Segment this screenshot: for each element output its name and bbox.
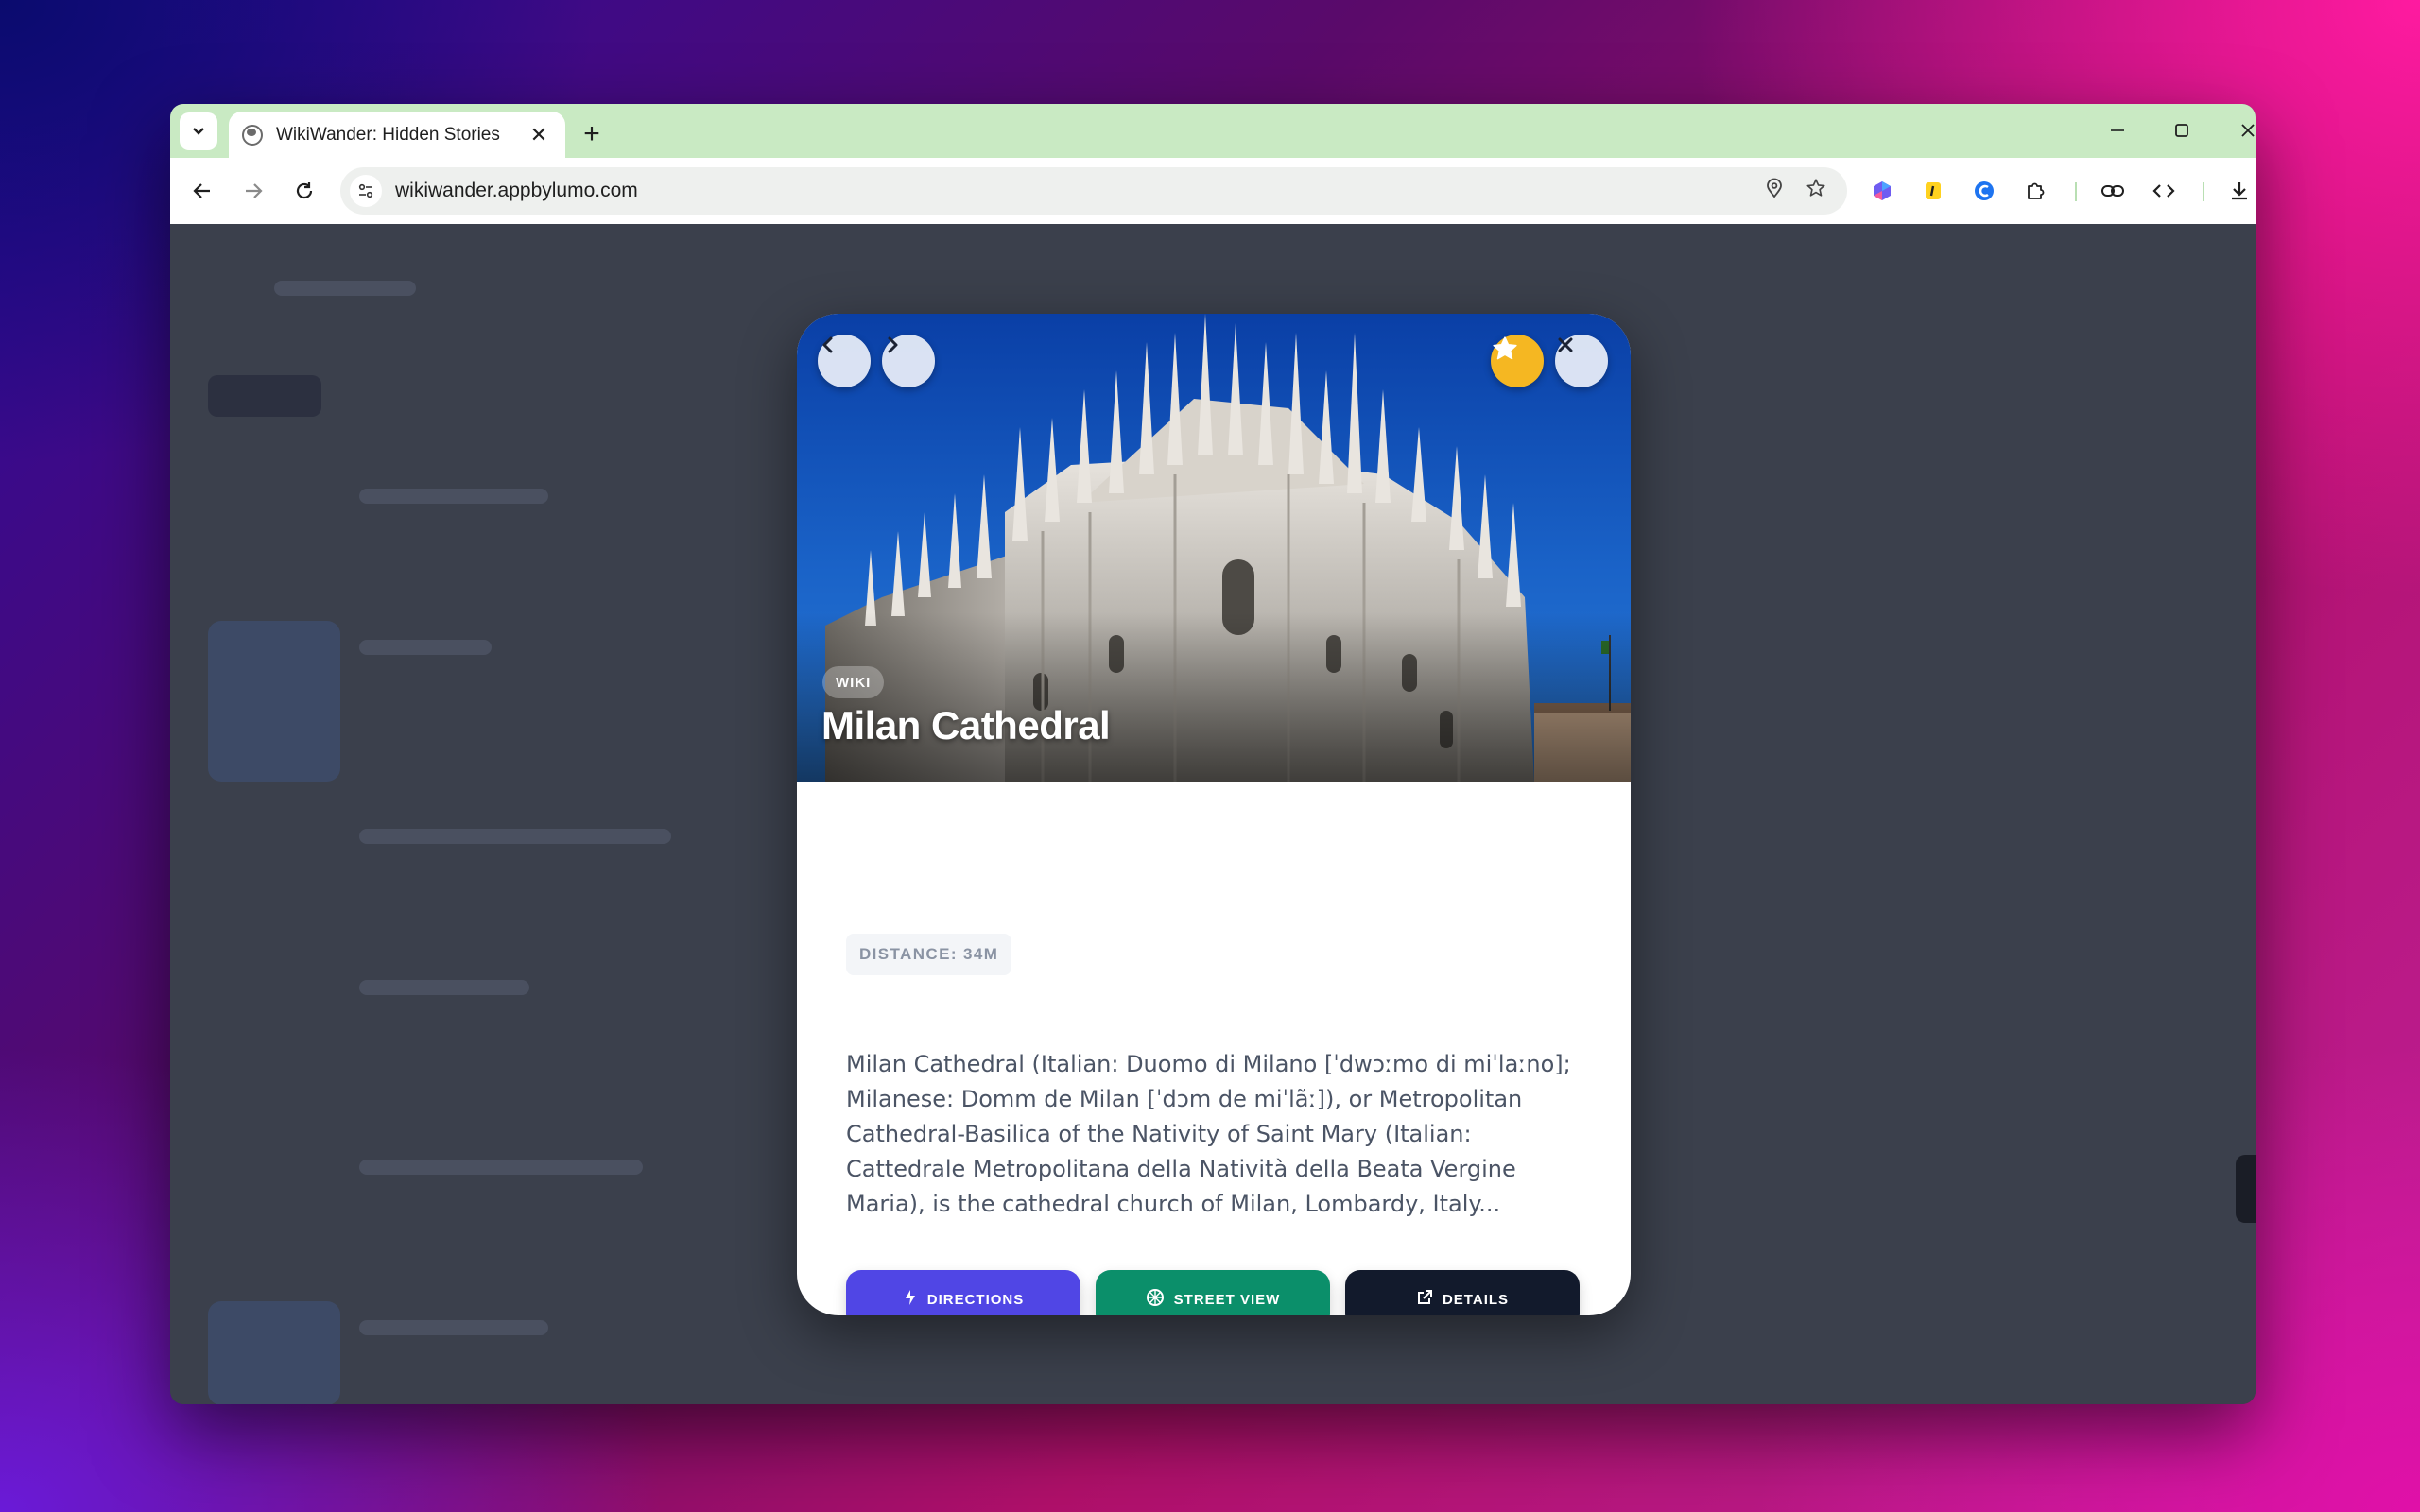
reload-icon — [296, 182, 313, 199]
link-icon[interactable] — [2097, 175, 2129, 207]
reload-button[interactable] — [285, 172, 323, 210]
source-badge: WIKI — [822, 666, 885, 698]
code-icon[interactable] — [2148, 175, 2180, 207]
bg-placeholder — [359, 1320, 548, 1335]
bg-placeholder — [208, 1301, 340, 1404]
place-modal: WIKI Milan Cathedral DISTANCE: 34M Milan… — [797, 314, 1631, 1315]
close-modal-button[interactable] — [1555, 335, 1608, 387]
bg-placeholder — [359, 489, 548, 504]
extensions-puzzle-icon[interactable] — [2019, 175, 2051, 207]
location-pin-icon[interactable] — [1764, 178, 1785, 204]
close-icon — [1558, 337, 1573, 352]
minimize-icon — [2111, 129, 2124, 131]
bg-placeholder — [359, 829, 671, 844]
chevron-down-icon — [193, 128, 204, 135]
bookmark-star-icon[interactable] — [1806, 178, 1826, 204]
external-link-icon — [1416, 1289, 1433, 1311]
toolbar-divider — [2203, 182, 2204, 201]
tab-search-button[interactable] — [180, 112, 217, 150]
bg-placeholder — [274, 281, 416, 296]
close-window-button[interactable] — [2220, 112, 2256, 149]
address-bar[interactable]: wikiwander.appbylumo.com — [340, 167, 1847, 215]
download-icon[interactable] — [2223, 175, 2256, 207]
extension-blue-c-icon[interactable] — [1968, 175, 2000, 207]
browser-toolbar: wikiwander.appbylumo.com — [170, 158, 2256, 224]
tab-title: WikiWander: Hidden Stories — [276, 124, 500, 145]
distance-badge: DISTANCE: 34M — [846, 934, 1012, 975]
forward-arrow-icon — [246, 183, 263, 198]
bg-placeholder — [208, 375, 321, 417]
bg-placeholder — [208, 621, 340, 782]
place-description: Milan Cathedral (Italian: Duomo di Milan… — [846, 1051, 1571, 1217]
favorite-button[interactable] — [1491, 335, 1544, 387]
bg-placeholder — [359, 1160, 643, 1175]
extension-hex-icon[interactable] — [1866, 175, 1898, 207]
back-button[interactable] — [183, 172, 221, 210]
maximize-icon — [2175, 124, 2188, 137]
hero-image: WIKI Milan Cathedral — [797, 314, 1631, 782]
close-icon — [2241, 124, 2255, 137]
next-button[interactable] — [882, 335, 935, 387]
url-text: wikiwander.appbylumo.com — [395, 180, 638, 201]
minimize-button[interactable] — [2089, 112, 2146, 149]
close-tab-icon[interactable]: ✕ — [526, 123, 552, 147]
site-settings-icon[interactable] — [350, 175, 382, 207]
bg-placeholder — [359, 640, 492, 655]
active-tab[interactable]: WikiWander: Hidden Stories ✕ — [229, 112, 565, 158]
bg-placeholder — [2236, 1155, 2256, 1223]
hero-gradient — [797, 612, 1631, 782]
bg-placeholder — [359, 980, 529, 995]
directions-label: DIRECTIONS — [926, 1291, 1025, 1308]
street-view-icon — [1146, 1288, 1165, 1312]
details-button[interactable]: DETAILS — [1345, 1270, 1580, 1315]
new-tab-button[interactable]: + — [573, 115, 611, 153]
tab-strip: WikiWander: Hidden Stories ✕ + — [170, 104, 2256, 158]
browser-window: WikiWander: Hidden Stories ✕ + wikiwande… — [170, 104, 2256, 1404]
previous-button[interactable] — [818, 335, 871, 387]
forward-button[interactable] — [234, 172, 272, 210]
globe-icon — [242, 124, 263, 146]
street-view-button[interactable]: STREET VIEW — [1096, 1270, 1330, 1315]
chevron-right-icon — [888, 336, 898, 353]
directions-icon — [903, 1289, 918, 1311]
place-title: Milan Cathedral — [821, 703, 1111, 747]
star-icon — [1493, 336, 1517, 360]
extension-highlighter-icon[interactable] — [1917, 175, 1949, 207]
directions-button[interactable]: DIRECTIONS — [846, 1270, 1080, 1315]
maximize-button[interactable] — [2153, 112, 2210, 149]
chevron-left-icon — [822, 336, 833, 353]
street-view-label: STREET VIEW — [1173, 1291, 1281, 1308]
back-arrow-icon — [193, 183, 210, 198]
toolbar-divider — [2075, 182, 2077, 201]
details-label: DETAILS — [1442, 1291, 1510, 1308]
